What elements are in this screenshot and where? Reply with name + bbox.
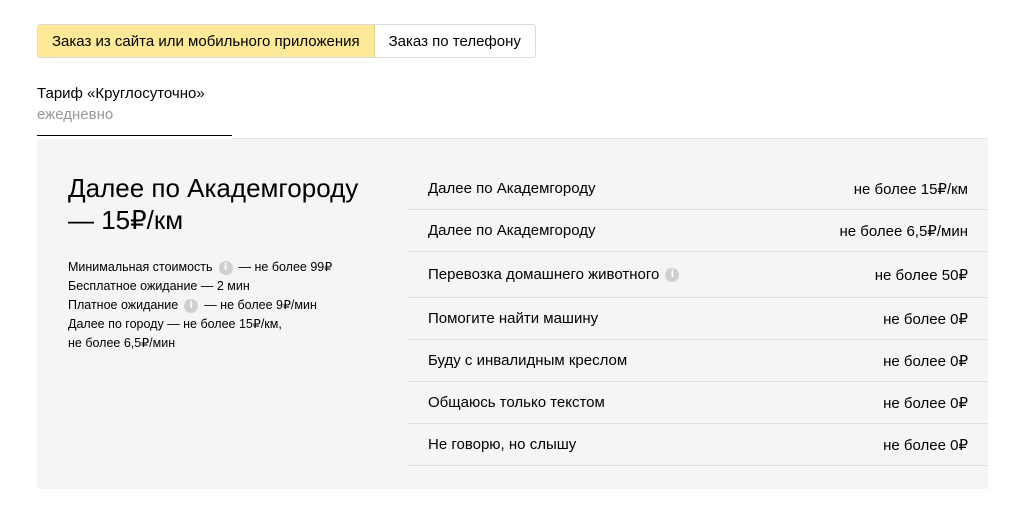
rate-value: не более 0₽ bbox=[883, 394, 968, 412]
tariff-schedule: ежедневно bbox=[37, 106, 114, 123]
tariff-tab[interactable]: Тариф «Круглосуточно» ежедневно bbox=[37, 85, 232, 136]
rate-row: Помогите найти машину не более 0₽ bbox=[408, 298, 988, 340]
rate-value: не более 0₽ bbox=[883, 310, 968, 328]
rate-label: Не говорю, но слышу bbox=[428, 436, 577, 453]
city-rate-line-1: Далее по городу — не более 15₽/км, bbox=[68, 315, 388, 334]
paid-wait-line: Платное ожидание i — не более 9₽/мин bbox=[68, 296, 388, 315]
free-wait-text: Бесплатное ожидание — 2 мин bbox=[68, 279, 250, 293]
summary-details: Минимальная стоимость i — не более 99₽ Б… bbox=[68, 258, 388, 353]
rate-row: Перевозка домашнего животного i не более… bbox=[408, 252, 988, 298]
rate-row: Далее по Академгороду не более 15₽/км bbox=[408, 168, 988, 210]
info-icon[interactable]: i bbox=[218, 260, 233, 275]
rate-value: не более 50₽ bbox=[874, 266, 968, 284]
summary-headline: Далее по Академгороду — 15₽/км bbox=[68, 173, 359, 235]
tariff-title: Тариф «Круглосуточно» bbox=[37, 85, 205, 102]
tab-website-order[interactable]: Заказ из сайта или мобильного приложения bbox=[38, 25, 375, 57]
free-wait-line: Бесплатное ожидание — 2 мин bbox=[68, 277, 388, 296]
rate-label: Далее по Академгороду bbox=[428, 222, 596, 239]
tariff-summary: Далее по Академгороду — 15₽/км Минимальн… bbox=[68, 172, 388, 353]
rate-value: не более 0₽ bbox=[883, 436, 968, 454]
rate-label: Помогите найти машину bbox=[428, 310, 599, 327]
city-rate-text-2: не более 6,5₽/мин bbox=[68, 336, 176, 350]
info-icon[interactable]: i bbox=[665, 267, 680, 282]
rate-value: не более 15₽/км bbox=[853, 180, 968, 198]
city-rate-text-1: Далее по городу — не более 15₽/км, bbox=[68, 317, 282, 331]
rate-label: Общаюсь только текстом bbox=[428, 394, 605, 411]
rate-row: Не говорю, но слышу не более 0₽ bbox=[408, 424, 988, 466]
rate-label: Буду с инвалидным креслом bbox=[428, 352, 628, 369]
rate-value: не более 0₽ bbox=[883, 352, 968, 370]
min-cost-line: Минимальная стоимость i — не более 99₽ bbox=[68, 258, 388, 277]
info-icon[interactable]: i bbox=[184, 298, 199, 313]
rate-label: Далее по Академгороду bbox=[428, 180, 596, 197]
min-cost-label: Минимальная стоимость bbox=[68, 260, 213, 274]
rate-row: Общаюсь только текстом не более 0₽ bbox=[408, 382, 988, 424]
rate-label: Перевозка домашнего животного bbox=[428, 266, 660, 283]
paid-wait-value: — не более 9₽/мин bbox=[204, 298, 317, 312]
tariff-panel: Далее по Академгороду — 15₽/км Минимальн… bbox=[37, 139, 988, 489]
rates-table: Далее по Академгороду не более 15₽/км Да… bbox=[408, 168, 988, 466]
min-cost-value: — не более 99₽ bbox=[238, 260, 333, 274]
rate-value: не более 6,5₽/мин bbox=[839, 222, 968, 240]
city-rate-line-2: не более 6,5₽/мин bbox=[68, 334, 388, 353]
rate-row: Далее по Академгороду не более 6,5₽/мин bbox=[408, 210, 988, 252]
order-type-tabs: Заказ из сайта или мобильного приложения… bbox=[37, 24, 536, 58]
tab-phone-order[interactable]: Заказ по телефону bbox=[374, 25, 535, 57]
rate-row: Буду с инвалидным креслом не более 0₽ bbox=[408, 340, 988, 382]
paid-wait-label: Платное ожидание bbox=[68, 298, 179, 312]
rate-label-wrap: Перевозка домашнего животного i bbox=[428, 266, 685, 283]
